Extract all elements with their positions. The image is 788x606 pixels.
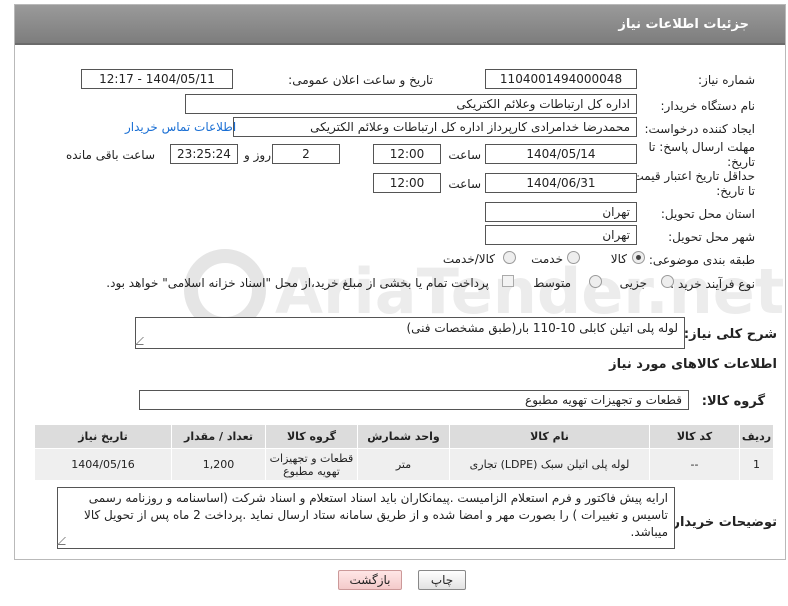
price-validity-label-2: تا تاریخ: xyxy=(716,184,755,198)
table-header-row: ردیف کد کالا نام کالا واحد شمارش گروه کا… xyxy=(34,424,774,449)
need-number-field: 1104001494000048 xyxy=(485,69,637,89)
back-button[interactable]: بازگشت xyxy=(338,570,402,590)
cell-name: لوله پلی اتیلن سبک (LDPE) تجاری xyxy=(449,448,650,481)
process-option-medium: متوسط xyxy=(533,276,571,290)
price-time-label: ساعت xyxy=(448,177,481,191)
province-label: استان محل تحویل: xyxy=(660,207,755,221)
cell-code: -- xyxy=(649,448,740,481)
print-button[interactable]: چاپ xyxy=(418,570,466,590)
resize-handle-icon[interactable] xyxy=(135,337,151,345)
reply-deadline-label-2: تاریخ: xyxy=(727,155,755,169)
process-radio-medium[interactable] xyxy=(589,275,602,288)
col-unit: واحد شمارش xyxy=(357,424,450,449)
buyer-notes-textarea[interactable]: ارایه پیش فاکتور و فرم استعلام الزامیست … xyxy=(57,487,675,549)
requester-label: ایجاد کننده درخواست: xyxy=(644,122,755,136)
cell-date: 1404/05/16 xyxy=(34,448,172,481)
table-row: 1 -- لوله پلی اتیلن سبک (LDPE) تجاری متر… xyxy=(34,448,774,481)
col-date: تاریخ نیاز xyxy=(34,424,172,449)
panel-header: جزئیات اطلاعات نیاز xyxy=(15,5,785,45)
category-radio-goods[interactable] xyxy=(632,251,645,264)
col-code: کد کالا xyxy=(649,424,740,449)
goods-table: ردیف کد کالا نام کالا واحد شمارش گروه کا… xyxy=(34,424,774,481)
col-row: ردیف xyxy=(739,424,774,449)
treasury-payment-note: پرداخت تمام یا بخشی از مبلغ خرید،از محل … xyxy=(106,276,489,290)
remaining-time-label: ساعت باقی مانده xyxy=(65,148,155,162)
category-radio-both[interactable] xyxy=(503,251,516,264)
price-time-field: 12:00 xyxy=(373,173,441,193)
col-qty: تعداد / مقدار xyxy=(171,424,266,449)
cell-unit: متر xyxy=(357,448,450,481)
reply-date-field: 1404/05/14 xyxy=(485,144,637,164)
days-field: 2 xyxy=(272,144,340,164)
treasury-payment-checkbox[interactable] xyxy=(502,275,514,287)
remaining-time-field: 23:25:24 xyxy=(170,144,238,164)
goods-group-field: قطعات و تجهیزات تهویه مطبوع xyxy=(139,390,689,410)
category-label: طبقه بندی موضوعی: xyxy=(648,253,755,267)
process-label: نوع فرآیند خرید : xyxy=(670,277,755,291)
province-field: تهران xyxy=(485,202,637,222)
notes-resize-handle-icon[interactable] xyxy=(57,537,73,545)
col-name: نام کالا xyxy=(449,424,650,449)
days-label: روز و xyxy=(244,148,271,162)
category-option-goods: کالا xyxy=(610,252,627,266)
description-text: لوله پلی اتیلن کابلی 10-110 بار(طبق مشخص… xyxy=(406,321,678,335)
buyer-notes-label: توضیحات خریدار: xyxy=(667,515,777,530)
category-option-service: خدمت xyxy=(531,252,563,266)
contact-buyer-link[interactable]: اطلاعات تماس خریدار xyxy=(125,120,236,134)
buyer-notes-text: ارایه پیش فاکتور و فرم استعلام الزامیست … xyxy=(84,491,668,539)
announce-label: تاریخ و ساعت اعلان عمومی: xyxy=(288,73,433,87)
price-validity-label-1: حداقل تاریخ اعتبار قیمت: xyxy=(628,169,755,183)
cell-row: 1 xyxy=(739,448,774,481)
requester-field: محمدرضا خدامرادی کارپرداز اداره کل ارتبا… xyxy=(233,117,637,137)
category-option-both: کالا/خدمت xyxy=(442,252,495,266)
reply-deadline-label-1: مهلت ارسال پاسخ: تا xyxy=(648,140,755,154)
need-number-label: شماره نیاز: xyxy=(698,73,755,87)
city-label: شهر محل تحویل: xyxy=(668,230,755,244)
process-option-minor: جزیی xyxy=(619,276,647,290)
cell-qty: 1,200 xyxy=(171,448,266,481)
buyer-org-label: نام دستگاه خریدار: xyxy=(660,99,756,113)
description-label: شرح کلی نیاز: xyxy=(683,327,777,342)
col-group: گروه کالا xyxy=(265,424,358,449)
goods-group-label: گروه کالا: xyxy=(701,394,765,409)
announce-field: 1404/05/11 - 12:17 xyxy=(81,69,233,89)
cell-group: قطعات و تجهیزات تهویه مطبوع xyxy=(265,448,358,481)
page-title: جزئیات اطلاعات نیاز xyxy=(618,17,749,32)
price-date-field: 1404/06/31 xyxy=(485,173,637,193)
reply-time-label: ساعت xyxy=(448,148,481,162)
reply-time-field: 12:00 xyxy=(373,144,441,164)
city-field: تهران xyxy=(485,225,637,245)
buyer-org-field: اداره کل ارتباطات وعلائم الکتریکی xyxy=(185,94,637,114)
process-radio-minor[interactable] xyxy=(661,275,674,288)
category-radio-service[interactable] xyxy=(567,251,580,264)
goods-section-title: اطلاعات کالاهای مورد نیاز xyxy=(609,357,777,372)
description-textarea[interactable]: لوله پلی اتیلن کابلی 10-110 بار(طبق مشخص… xyxy=(135,317,685,349)
